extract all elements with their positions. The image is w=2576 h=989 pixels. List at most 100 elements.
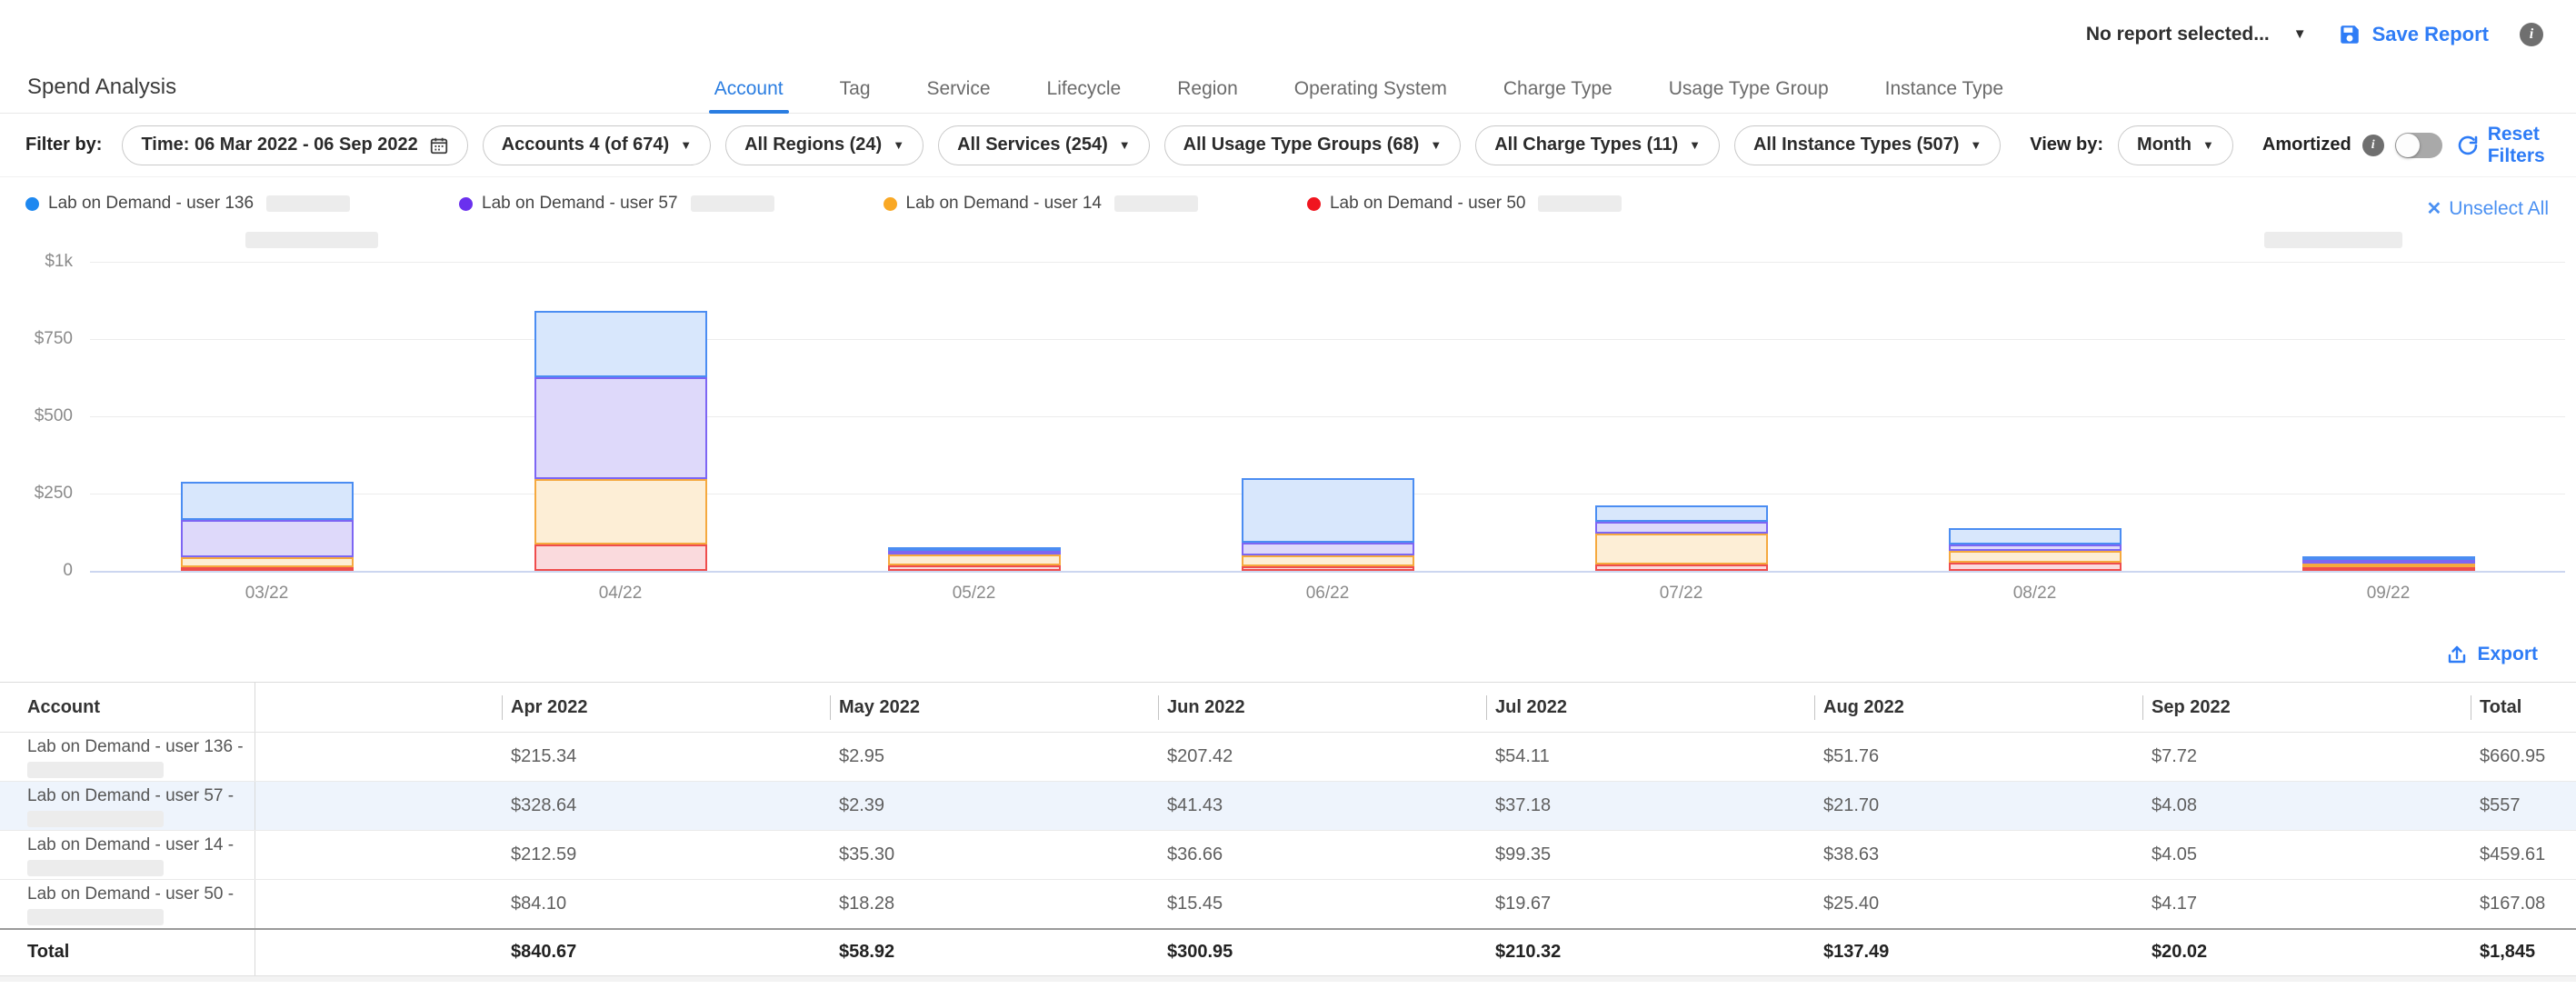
legend-item-50[interactable]: Lab on Demand - user 50: [1307, 194, 1622, 214]
chevron-down-icon: ▼: [680, 138, 692, 152]
stacked-bar-chart: $1k$750$500$250003/2204/2205/2206/2207/2…: [0, 255, 2576, 627]
bar-slot-09-22: [2212, 262, 2565, 571]
value-cell: $212.59: [502, 831, 830, 880]
stacked-bar-03-22[interactable]: [181, 482, 354, 571]
bar-segment-14[interactable]: [534, 479, 707, 544]
save-report-button[interactable]: Save Report: [2338, 23, 2489, 46]
filter-pill-all[interactable]: All Charge Types (11)▼: [1475, 125, 1720, 165]
filter-pill-label: All Usage Type Groups (68): [1183, 135, 1420, 155]
bar-segment-50[interactable]: [534, 544, 707, 571]
bar-segment-57[interactable]: [1949, 544, 2122, 551]
bar-segment-50[interactable]: [1949, 563, 2122, 571]
value-cell: $99.35: [1486, 831, 1814, 880]
bar-segment-14[interactable]: [1595, 534, 1768, 564]
tab-tag[interactable]: Tag: [840, 78, 871, 113]
account-name: Lab on Demand - user 136 -: [27, 735, 255, 757]
total-value-cell: $137.49: [1814, 929, 2142, 976]
filter-pill-label: Time: 06 Mar 2022 - 06 Sep 2022: [141, 135, 417, 155]
spacer-cell: [255, 733, 502, 782]
info-icon[interactable]: i: [2362, 135, 2384, 156]
tab-account[interactable]: Account: [714, 78, 784, 113]
legend-item-57[interactable]: Lab on Demand - user 57: [459, 194, 774, 214]
stacked-bar-05-22[interactable]: [888, 547, 1061, 571]
filter-pill-all[interactable]: All Regions (24)▼: [725, 125, 924, 165]
export-row: Export: [0, 627, 2576, 682]
y-axis-label: $1k: [0, 252, 73, 272]
spacer-cell: [255, 929, 502, 976]
bar-segment-57[interactable]: [1595, 522, 1768, 534]
stacked-bar-08-22[interactable]: [1949, 528, 2122, 571]
report-selector-label: No report selected...: [2086, 24, 2270, 45]
bar-segment-14[interactable]: [1242, 555, 1414, 566]
stacked-bar-07-22[interactable]: [1595, 505, 1768, 571]
amortized-toggle[interactable]: [2395, 133, 2442, 158]
filter-pill-accounts[interactable]: Accounts 4 (of 674)▼: [483, 125, 711, 165]
bar-segment-136[interactable]: [1595, 505, 1768, 522]
bar-segment-50[interactable]: [1242, 566, 1414, 571]
value-cell: $2.95: [830, 733, 1158, 782]
y-axis-label: $750: [0, 329, 73, 349]
reset-filters-button[interactable]: Reset Filters: [2457, 124, 2551, 167]
info-icon[interactable]: i: [2520, 23, 2543, 46]
unselect-all-button[interactable]: ✕ Unselect All: [2427, 197, 2549, 220]
bar-slot-03-22: [90, 262, 444, 571]
tab-lifecycle[interactable]: Lifecycle: [1047, 78, 1122, 113]
filter-pill-label: All Regions (24): [744, 135, 882, 155]
total-value-cell: $300.95: [1158, 929, 1486, 976]
tab-instance-type[interactable]: Instance Type: [1885, 78, 2003, 113]
x-axis-label: 06/22: [1151, 584, 1504, 604]
tab-region[interactable]: Region: [1177, 78, 1238, 113]
bar-slot-04-22: [444, 262, 797, 571]
bar-segment-50[interactable]: [1595, 564, 1768, 571]
report-selector-dropdown[interactable]: No report selected... ▼: [2086, 24, 2307, 45]
bar-slot-07-22: [1504, 262, 1858, 571]
x-axis-label: 09/22: [2212, 584, 2565, 604]
spacer-cell: [255, 880, 502, 929]
value-cell: $328.64: [502, 782, 830, 831]
redacted-text: [27, 811, 164, 827]
bar-segment-50[interactable]: [181, 567, 354, 571]
bar-segment-14[interactable]: [181, 557, 354, 567]
bar-segment-14[interactable]: [888, 554, 1061, 565]
value-cell: $557: [2471, 782, 2576, 831]
x-axis-label: 08/22: [1858, 584, 2212, 604]
legend-item-136[interactable]: Lab on Demand - user 136: [25, 194, 350, 214]
legend-item-14[interactable]: Lab on Demand - user 14: [884, 194, 1198, 214]
export-button[interactable]: Export: [2446, 644, 2538, 665]
stacked-bar-06-22[interactable]: [1242, 478, 1414, 571]
bar-segment-136[interactable]: [1242, 478, 1414, 543]
chevron-down-icon: ▼: [1430, 138, 1442, 152]
legend-dot: [459, 197, 473, 211]
filter-pill-all[interactable]: All Usage Type Groups (68) ▼: [1164, 125, 1462, 165]
tab-charge-type[interactable]: Charge Type: [1503, 78, 1612, 113]
stacked-bar-09-22[interactable]: [2302, 556, 2475, 571]
value-cell: $38.63: [1814, 831, 2142, 880]
chevron-down-icon: ▼: [1970, 138, 1982, 152]
bar-segment-57[interactable]: [534, 377, 707, 479]
x-axis-label: 05/22: [797, 584, 1151, 604]
bar-segment-14[interactable]: [1949, 551, 2122, 563]
filter-pill-all[interactable]: All Instance Types (507)▼: [1734, 125, 2001, 165]
tab-usage-type-group[interactable]: Usage Type Group: [1669, 78, 1829, 113]
bar-segment-57[interactable]: [1242, 543, 1414, 555]
legend-dot: [1307, 197, 1321, 211]
bar-slot-05-22: [797, 262, 1151, 571]
refresh-icon: [2457, 135, 2479, 156]
value-cell: $35.30: [830, 831, 1158, 880]
bar-segment-136[interactable]: [534, 311, 707, 377]
tab-operating-system[interactable]: Operating System: [1294, 78, 1447, 113]
table-header-row: AccountApr 2022May 2022Jun 2022Jul 2022A…: [0, 683, 2576, 733]
bar-segment-50[interactable]: [888, 565, 1061, 571]
view-by-label: View by:: [2030, 135, 2103, 155]
table-row: Lab on Demand - user 50 -$84.10$18.28$15…: [0, 880, 2576, 929]
view-by-dropdown[interactable]: Month ▼: [2118, 125, 2233, 165]
bar-segment-50[interactable]: [2302, 567, 2475, 571]
bar-segment-136[interactable]: [1949, 528, 2122, 544]
tab-service[interactable]: Service: [927, 78, 991, 113]
filter-pill-time[interactable]: Time: 06 Mar 2022 - 06 Sep 2022: [122, 125, 467, 165]
stacked-bar-04-22[interactable]: [534, 311, 707, 571]
bar-segment-57[interactable]: [181, 520, 354, 557]
account-name: Lab on Demand - user 57 -: [27, 784, 255, 806]
bar-segment-136[interactable]: [181, 482, 354, 520]
filter-pill-all[interactable]: All Services (254)▼: [938, 125, 1150, 165]
